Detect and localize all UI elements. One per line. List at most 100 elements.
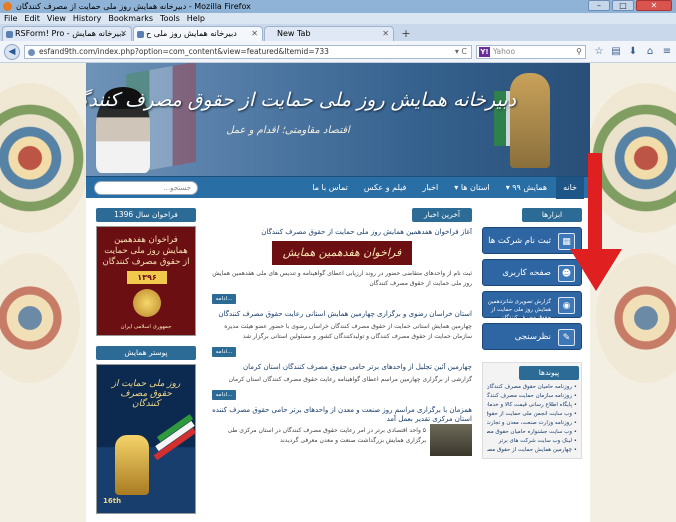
- close-window-button[interactable]: ✕: [636, 0, 672, 11]
- site-search-input[interactable]: جستجو...: [94, 181, 198, 195]
- news-body: ثبت نام از واحدهای متقاضی حضور در روند ا…: [212, 270, 472, 287]
- news-item: چهارمین آئین تجلیل از واحدهای برتر حامی …: [212, 363, 472, 400]
- gold-emblem-icon: [133, 289, 161, 317]
- tab-new-tab[interactable]: New Tab ✕: [264, 26, 394, 41]
- button-label: صفحه کاربری: [502, 268, 551, 278]
- menu-bookmarks[interactable]: Bookmarks: [108, 13, 153, 24]
- decorative-ornament: [586, 83, 676, 233]
- tab-label: RSForm! Pro - دبیرخانه همایش: [15, 29, 125, 38]
- tab-favicon: [137, 31, 144, 38]
- search-icon[interactable]: ⚲: [576, 46, 582, 58]
- news-body: گزارشی از برگزاری چهارمین مراسم اعطای گو…: [228, 376, 472, 383]
- links-box: پیوندها روزنامه حامیان حقوق مصرف کنندگان…: [482, 362, 582, 459]
- menu-view[interactable]: View: [47, 13, 66, 24]
- news-title-link[interactable]: آغاز فراخوان هفدهمین همایش روز ملی حمایت…: [212, 228, 472, 236]
- link-item[interactable]: لینک وب سایت شرکت های برتر: [487, 437, 577, 446]
- main-navigation: خانه همایش ۹۹ ▾ استان ها ▾ اخبار فیلم و …: [86, 176, 590, 199]
- poster-number: 16th: [103, 497, 122, 505]
- user-page-button[interactable]: ☻ صفحه کاربری: [482, 259, 582, 286]
- camera-icon: ◉: [558, 297, 575, 314]
- link-item[interactable]: روزنامه وزارت صنعت، معدن و تجارت: [487, 419, 577, 428]
- read-more-button[interactable]: ادامه...: [212, 294, 236, 304]
- banner-title: دبیرخانه همایش روز ملی حمایت از حقوق مصر…: [86, 89, 516, 111]
- maximize-button[interactable]: □: [612, 0, 634, 11]
- clipboard-icon[interactable]: ▤: [609, 45, 623, 59]
- call-box-title: فراخوان سال 1396: [96, 208, 196, 222]
- call-poster-image[interactable]: فراخوان هفدهمین همایش روز ملی حمایت از ح…: [96, 226, 196, 336]
- download-icon[interactable]: ⬇: [626, 45, 640, 59]
- reload-icon[interactable]: ▾ C: [455, 46, 467, 58]
- survey-button[interactable]: ✎ نظرسنجی: [482, 323, 582, 350]
- tab-esfand9th[interactable]: دبیرخانه همایش روز ملی ح ✕: [133, 26, 263, 41]
- button-label: ثبت نام شرکت ها: [488, 236, 551, 246]
- link-item[interactable]: روزنامه حامیان حقوق مصرف کنندگان: [487, 383, 577, 392]
- poster-title: فراخوان هفدهمین همایش روز ملی حمایت از ح…: [102, 235, 190, 267]
- star-icon[interactable]: ☆: [592, 45, 606, 59]
- banner-subtitle: اقتصاد مقاومتی؛ اقدام و عمل: [226, 125, 350, 136]
- link-item[interactable]: پایگاه اطلاع رسانی قیمت کالا و خدمات: [487, 401, 577, 410]
- menu-edit[interactable]: Edit: [24, 13, 40, 24]
- search-placeholder: Yahoo: [493, 47, 516, 56]
- read-more-button[interactable]: ادامه...: [212, 347, 236, 357]
- news-item: همزمان با برگزاری مراسم روز صنعت و معدن …: [212, 406, 472, 456]
- conference-poster-image[interactable]: روز ملی حمایت از حقوق مصرف کنندگان 16th: [96, 364, 196, 514]
- link-item[interactable]: وب سایت جشنواره حامیان حقوق مصرف کنندگان…: [487, 428, 577, 437]
- gold-statue-icon: [115, 435, 149, 495]
- read-more-button[interactable]: ادامه...: [212, 390, 236, 400]
- close-tab-icon[interactable]: ✕: [251, 27, 258, 41]
- close-tab-icon[interactable]: ✕: [382, 27, 389, 41]
- link-item[interactable]: چهارمین همایش حمایت از حقوق مصرف: [487, 446, 577, 455]
- close-tab-icon[interactable]: ✕: [120, 27, 127, 41]
- globe-icon: [28, 49, 35, 56]
- menu-tools[interactable]: Tools: [160, 13, 180, 24]
- news-title-link[interactable]: چهارمین آئین تجلیل از واحدهای برتر حامی …: [212, 363, 472, 371]
- news-body: ۵ واحد اقتصادی برتر در امر رعایت حقوق مص…: [227, 427, 426, 444]
- news-title-link[interactable]: همزمان با برگزاری مراسم روز صنعت و معدن …: [212, 406, 472, 424]
- navigation-toolbar: ◀ esfand9th.com/index.php?option=com_con…: [0, 41, 676, 63]
- company-registration-button[interactable]: ▦ ثبت نام شرکت ها: [482, 227, 582, 254]
- button-label: گزارش تصویری شانزدهمین همایش روز ملی حما…: [487, 299, 551, 321]
- news-body: چهارمین همایش استانی حمایت از حقوق مصرف …: [224, 323, 472, 340]
- back-arrow-icon[interactable]: ◀: [4, 44, 20, 60]
- menu-icon[interactable]: ≡: [660, 45, 674, 59]
- news-title-link[interactable]: استان خراسان رضوی و برگزاری چهارمین همای…: [212, 310, 472, 318]
- minimize-button[interactable]: –: [588, 0, 610, 11]
- menu-history[interactable]: History: [73, 13, 101, 24]
- decorative-ornament: [0, 253, 80, 383]
- nav-conference[interactable]: همایش ۹۹ ▾: [499, 177, 554, 199]
- search-bar[interactable]: Y! Yahoo ⚲: [476, 45, 586, 59]
- url-bar[interactable]: esfand9th.com/index.php?option=com_conte…: [24, 45, 472, 59]
- decorative-ornament: [596, 253, 676, 383]
- news-item: استان خراسان رضوی و برگزاری چهارمین همای…: [212, 310, 472, 357]
- building-icon: ▦: [558, 233, 575, 250]
- nav-home[interactable]: خانه: [556, 176, 584, 199]
- nav-media[interactable]: فیلم و عکس: [357, 177, 414, 199]
- firefox-icon: [3, 2, 12, 11]
- tab-rsform[interactable]: RSForm! Pro - دبیرخانه همایش ✕: [2, 26, 132, 41]
- home-icon[interactable]: ⌂: [643, 45, 657, 59]
- menu-help[interactable]: Help: [187, 13, 205, 24]
- news-thumbnail-image[interactable]: [430, 424, 472, 456]
- new-tab-button[interactable]: +: [399, 27, 413, 41]
- user-icon: ☻: [558, 265, 575, 282]
- nav-provinces[interactable]: استان ها ▾: [447, 177, 496, 199]
- poster-footer: جمهوری اسلامی ایران: [120, 324, 172, 330]
- menu-bar: File Edit View History Bookmarks Tools H…: [0, 13, 676, 24]
- link-item[interactable]: روزنامه سازمان حمایت مصرف کنندگان و تولی…: [487, 392, 577, 401]
- news-column: آخرین اخبار آغاز فراخوان هفدهمین همایش ر…: [212, 208, 472, 456]
- links-box-title: پیوندها: [519, 366, 579, 380]
- url-text: esfand9th.com/index.php?option=com_conte…: [39, 47, 329, 56]
- yahoo-icon[interactable]: Y!: [479, 47, 490, 57]
- button-label: نظرسنجی: [514, 332, 551, 342]
- window-title-bar: دبیرخانه همایش روز ملی حمایت از مصرف کنن…: [0, 0, 676, 13]
- nav-news[interactable]: اخبار: [415, 177, 445, 199]
- site-container: دبیرخانه همایش روز ملی حمایت از حقوق مصر…: [86, 63, 622, 522]
- menu-file[interactable]: File: [4, 13, 17, 24]
- links-list: روزنامه حامیان حقوق مصرف کنندگان روزنامه…: [483, 380, 581, 458]
- window-title: دبیرخانه همایش روز ملی حمایت از مصرف کنن…: [16, 2, 251, 11]
- link-item[interactable]: وب سایت انجمن ملی حمایت از حقوق مصرف کنن…: [487, 410, 577, 419]
- news-item: آغاز فراخوان هفدهمین همایش روز ملی حمایت…: [212, 228, 472, 304]
- nav-contact[interactable]: تماس با ما: [305, 177, 355, 199]
- photo-report-button[interactable]: ◉ گزارش تصویری شانزدهمین همایش روز ملی ح…: [482, 291, 582, 321]
- news-banner-image: فراخوان هفدهمین همایش: [272, 241, 412, 265]
